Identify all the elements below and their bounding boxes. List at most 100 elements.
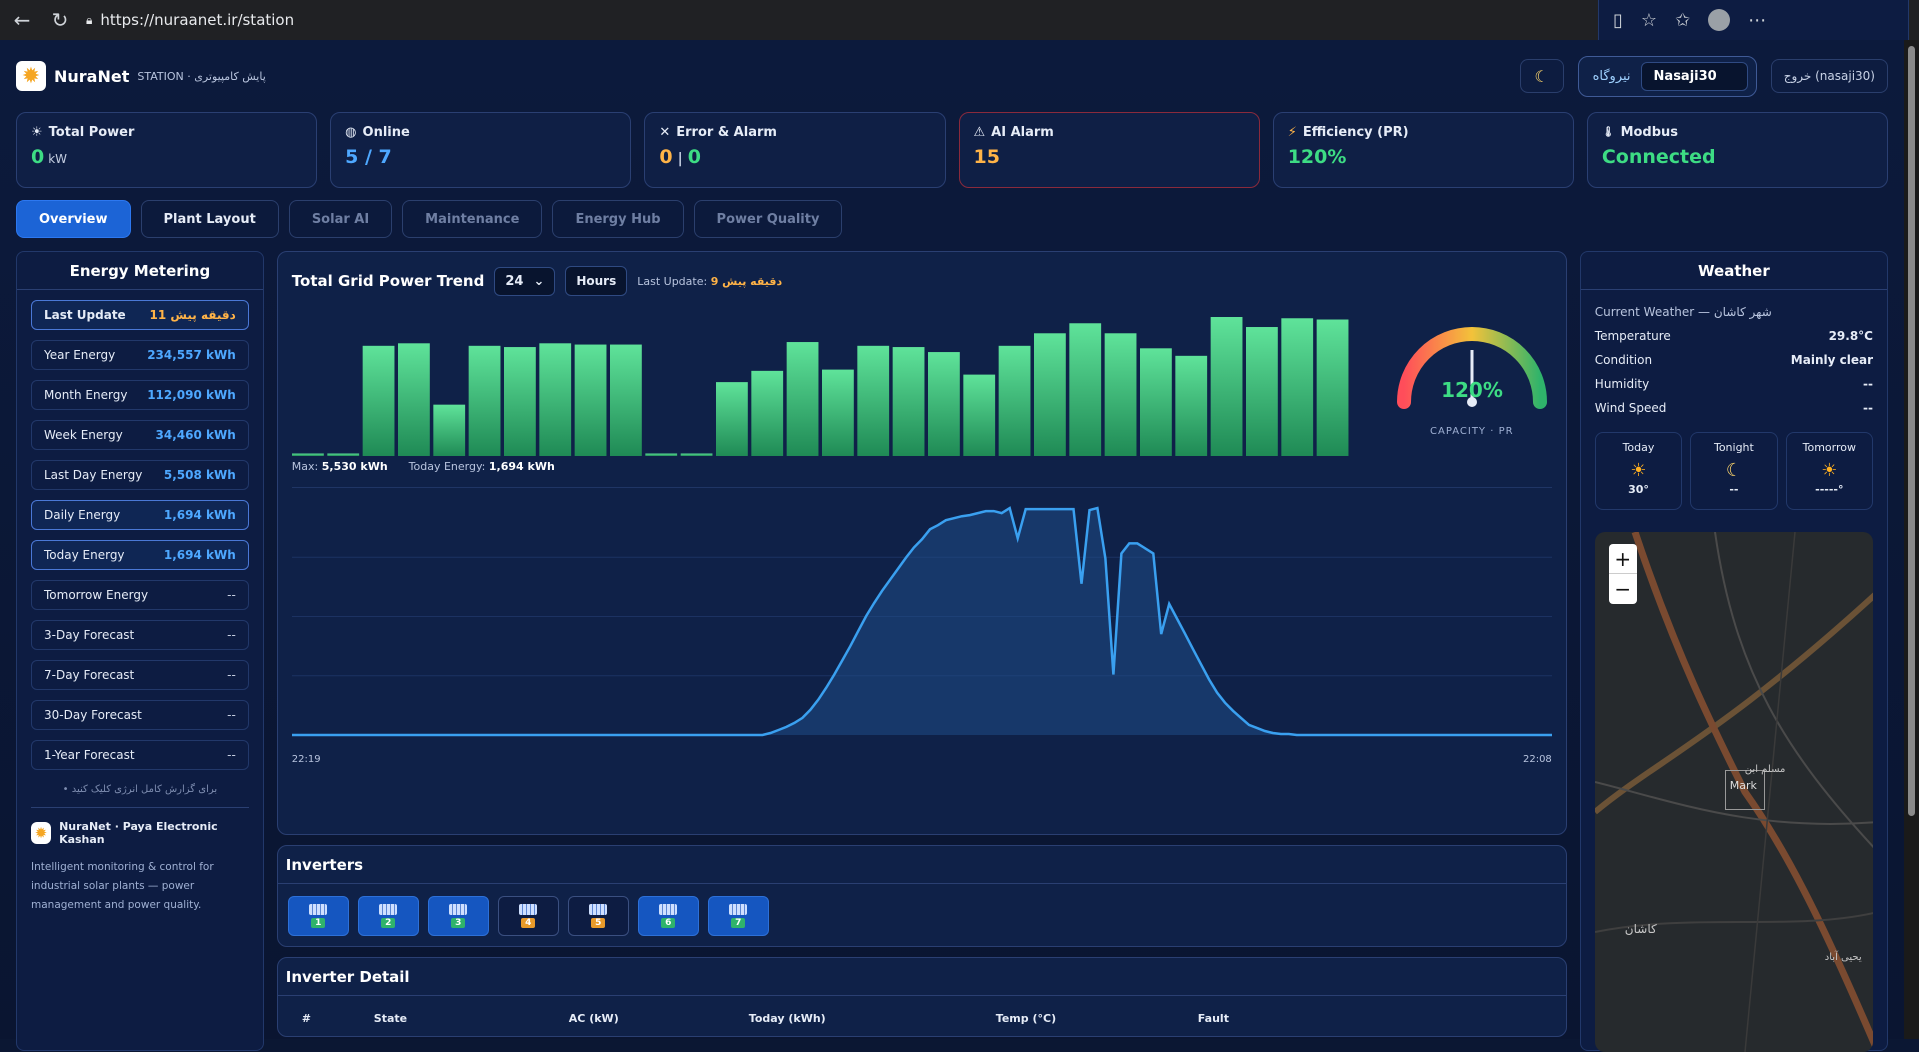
- station-label: نیروگاه: [1592, 68, 1631, 84]
- solar-panel-icon: [449, 904, 468, 915]
- site-info-icon[interactable]: 🔒︎: [86, 13, 92, 28]
- moon-icon: ☾: [1725, 460, 1742, 481]
- bolt-icon: ⚡: [1287, 125, 1297, 140]
- meter-row[interactable]: Today Energy 1,694 kWh: [31, 540, 249, 570]
- meter-row[interactable]: Week Energy 34,460 kWh: [31, 420, 249, 450]
- tab-maintenance[interactable]: Maintenance: [402, 200, 543, 238]
- today-energy-value: 1,694 kWh: [488, 460, 555, 473]
- map-zoom-control: + −: [1608, 544, 1637, 604]
- inverter-button[interactable]: 1: [287, 896, 349, 936]
- tab-power-quality[interactable]: Power Quality: [693, 200, 843, 238]
- station-value[interactable]: Nasaji30: [1640, 61, 1748, 91]
- forecast-card: Tomorrow ☀ -----°: [1785, 432, 1874, 510]
- tab-plant-layout[interactable]: Plant Layout: [140, 200, 279, 238]
- sun-icon: ☀: [31, 125, 43, 140]
- detail-table-header: # State AC (kW) Today (kWh) Temp (°C) Fault: [286, 1012, 1558, 1025]
- gauge-value: 120%: [1441, 378, 1503, 402]
- close-icon: ✕: [659, 125, 671, 140]
- inverter-button[interactable]: 7: [707, 896, 769, 936]
- profile-avatar[interactable]: [1708, 9, 1731, 31]
- star-icon[interactable]: ☆: [1641, 10, 1657, 31]
- energy-bar: [1069, 323, 1101, 456]
- energy-bar: [327, 453, 359, 456]
- efficiency-value: 120%: [1287, 146, 1347, 168]
- back-icon[interactable]: ←: [10, 8, 34, 32]
- inverter-button[interactable]: 5: [567, 896, 629, 936]
- solar-panel-icon: [379, 904, 398, 915]
- energy-bar: [1210, 317, 1243, 456]
- energy-metering-title: Energy Metering: [17, 252, 263, 290]
- energy-bar: [680, 453, 713, 456]
- brand: ✹ NuraNet STATION · پایش کامپیوتری: [16, 61, 266, 91]
- tab-solar-ai[interactable]: Solar AI: [288, 200, 393, 238]
- map-label: یحیی آباد: [1824, 952, 1862, 963]
- inverter-number: 5: [591, 918, 606, 928]
- energy-bar: [1033, 333, 1066, 456]
- solar-panel-icon: [659, 904, 678, 915]
- about-section: ✹ NuraNet · Paya Electronic Kashan Intell…: [31, 807, 249, 915]
- energy-bar: [645, 453, 677, 456]
- inverter-button[interactable]: 3: [427, 896, 489, 936]
- modbus-value: Connected: [1601, 146, 1716, 168]
- favorites-icon[interactable]: ✩: [1675, 10, 1690, 31]
- scrollbar-thumb[interactable]: [1908, 46, 1915, 816]
- range-select[interactable]: 24 ⌄: [494, 266, 556, 296]
- stat-modbus: 🌡 Modbus Connected: [1586, 112, 1889, 188]
- grid-power-trend-panel: Total Grid Power Trend 24 ⌄ Hours Last Up…: [276, 251, 1567, 835]
- total-power-value: 0: [31, 146, 45, 168]
- energy-bar: [433, 404, 465, 456]
- more-menu-icon[interactable]: ⋯: [1748, 10, 1766, 31]
- meter-row[interactable]: 30-Day Forecast --: [31, 700, 249, 730]
- zoom-out-button[interactable]: −: [1609, 574, 1637, 604]
- page-scrollbar[interactable]: [1904, 40, 1919, 1039]
- logout-button[interactable]: خروج (nasaji30): [1770, 59, 1888, 93]
- zoom-in-button[interactable]: +: [1608, 544, 1637, 574]
- tab-energy-hub[interactable]: Energy Hub: [552, 200, 684, 238]
- grid-power-line-chart: [291, 506, 1552, 737]
- last-update-value: 11 دقیقه پیش: [149, 308, 236, 322]
- meter-row[interactable]: 1-Year Forecast --: [31, 740, 249, 770]
- meter-row[interactable]: 7-Day Forecast --: [31, 660, 249, 690]
- meter-row[interactable]: Year Energy 234,557 kWh: [31, 340, 249, 370]
- reader-icon[interactable]: ▯: [1613, 10, 1623, 31]
- meter-row[interactable]: 3-Day Forecast --: [31, 620, 249, 650]
- meter-row[interactable]: Last Day Energy 5,508 kWh: [31, 460, 249, 490]
- warning-icon: ⚠: [973, 125, 986, 140]
- inverter-number: 2: [381, 918, 396, 928]
- inverter-list: 1 2 3 4 5 6 7: [287, 896, 1556, 936]
- max-value: 5,530 kWh: [321, 460, 388, 473]
- column-header: AC (kW): [568, 1012, 619, 1025]
- energy-bar: [715, 382, 748, 456]
- stat-online: ◍ Online 5 / 7: [330, 112, 632, 188]
- tab-overview[interactable]: Overview: [16, 200, 131, 238]
- station-selector[interactable]: نیروگاه Nasaji30: [1577, 55, 1757, 97]
- stat-cards: ☀ Total Power 0 kW ◍ Online 5 / 7 ✕ Error & …: [16, 112, 1889, 188]
- stat-ai-alarm: ⚠ AI Alarm 15: [958, 112, 1260, 188]
- energy-bar: [751, 370, 783, 456]
- inverter-button[interactable]: 6: [637, 896, 699, 936]
- sun-logo-icon: ✹: [16, 61, 46, 91]
- map-marker[interactable]: Mark: [1724, 770, 1765, 810]
- weather-title: Weather: [1580, 252, 1887, 290]
- solar-panel-icon: [729, 904, 748, 915]
- theme-toggle-button[interactable]: ☾: [1519, 59, 1564, 93]
- address-bar[interactable]: 🔒︎ https://nuraanet.ir/station: [86, 11, 1584, 29]
- energy-bar: [1175, 355, 1207, 456]
- power-area: [291, 508, 1552, 735]
- meter-row[interactable]: Daily Energy 1,694 kWh: [31, 500, 249, 530]
- energy-bar: [1139, 348, 1172, 456]
- meter-row[interactable]: Month Energy 112,090 kWh: [31, 380, 249, 410]
- meter-row[interactable]: Tomorrow Energy --: [31, 580, 249, 610]
- map-label: کاشان: [1624, 922, 1657, 936]
- hours-button[interactable]: Hours: [565, 266, 628, 296]
- globe-icon: ◍: [345, 125, 357, 140]
- energy-bar: [998, 345, 1031, 456]
- gauge-caption: CAPACITY · PR: [1430, 426, 1514, 437]
- energy-metering-panel: Energy Metering Last Update 11 دقیقه پیش…: [16, 251, 264, 1051]
- inverter-button[interactable]: 4: [497, 896, 559, 936]
- inverter-button[interactable]: 2: [357, 896, 419, 936]
- daily-energy-bar-chart: [291, 317, 1349, 456]
- energy-bar: [1104, 333, 1137, 456]
- reload-icon[interactable]: ↻: [48, 8, 72, 32]
- location-map[interactable]: + − Mark مسلم ابن کاشان یحیی آباد: [1594, 532, 1873, 1052]
